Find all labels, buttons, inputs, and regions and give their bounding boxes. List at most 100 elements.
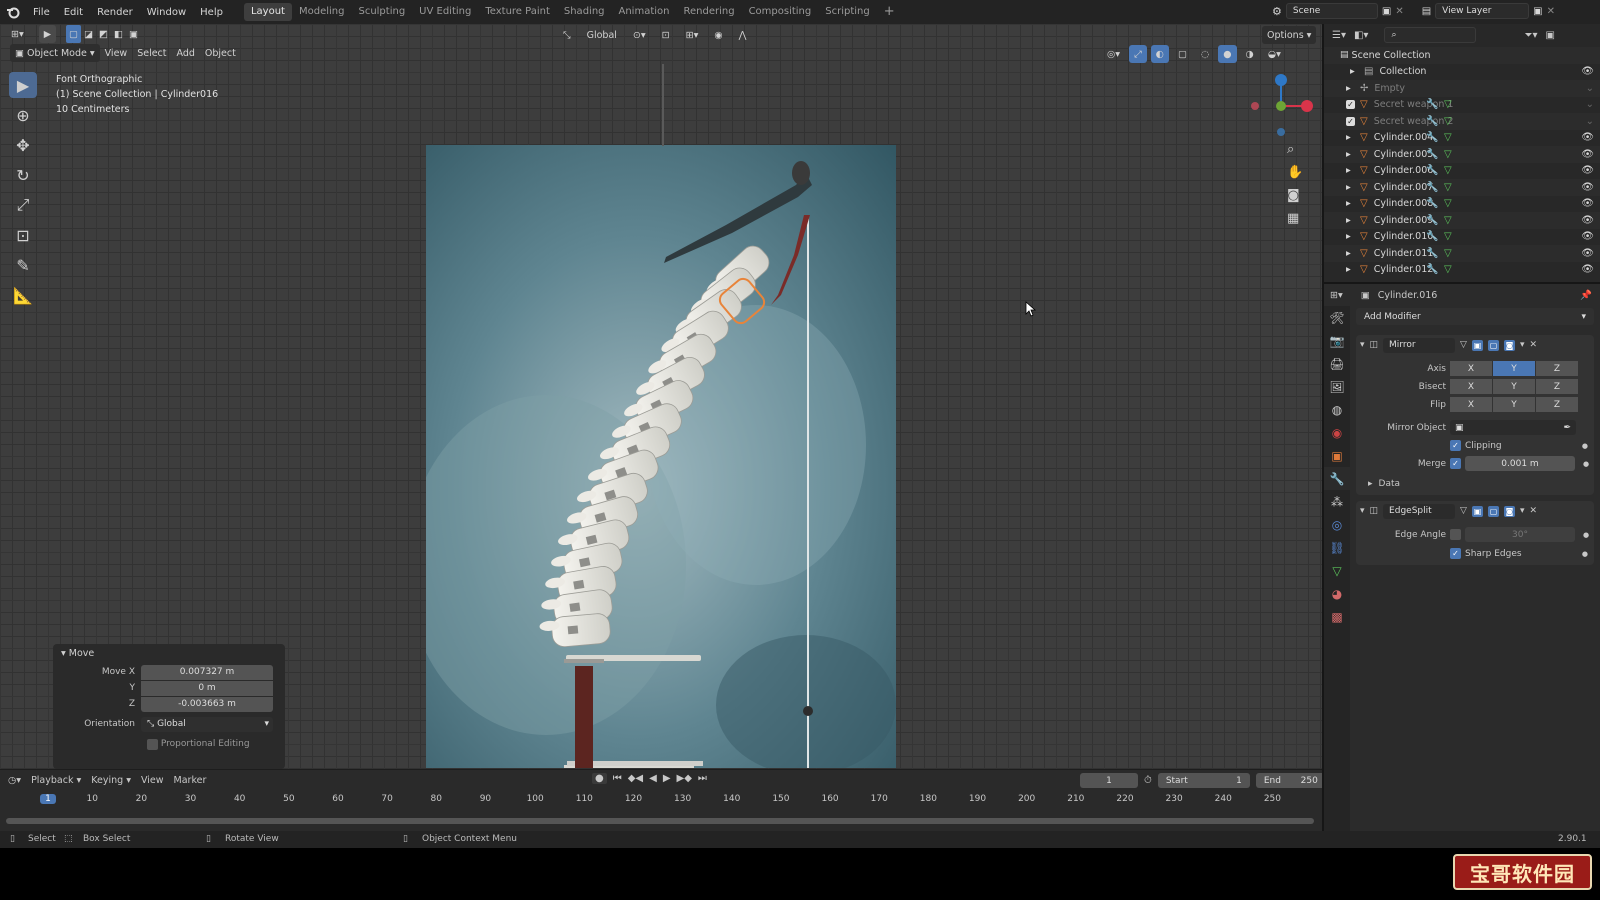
outliner-search-input[interactable]: ⌕ [1384, 27, 1477, 43]
render-tab-icon[interactable]: 📷 [1324, 329, 1350, 352]
falloff-icon[interactable]: ⋀ [734, 26, 752, 44]
visibility-eye-icon[interactable]: 👁 [1581, 182, 1594, 193]
move-y-field[interactable]: 0 m [141, 680, 273, 696]
visibility-eye-icon[interactable]: 👁 [1581, 215, 1594, 226]
sharp-edges-keyframe-icon[interactable]: ● [1582, 550, 1594, 558]
pin-icon[interactable]: 📌 [1580, 290, 1600, 301]
flip-x-toggle[interactable]: X [1450, 397, 1492, 412]
3d-viewport[interactable]: ⊞▾ ▶ ▢ ◪ ◩ ◧ ▣ ⤡ Global ⊙▾ ⊡ ⊞▾ ◉ ⋀ Opti… [0, 24, 1322, 769]
select-box-tool-icon[interactable]: ▶ [9, 72, 37, 98]
move-x-field[interactable]: 0.007327 m [141, 664, 273, 680]
menu-timeline-view[interactable]: View [141, 775, 164, 786]
visibility-eye-icon[interactable]: ⌄ [1586, 83, 1594, 94]
delete-view-layer-icon[interactable]: ✕ [1547, 6, 1555, 17]
material-tab-icon[interactable]: ◕ [1324, 582, 1350, 605]
rotate-tool-icon[interactable]: ↻ [9, 162, 37, 188]
mirror-remove-icon[interactable]: ✕ [1530, 340, 1538, 350]
outliner-row[interactable]: ▸ ▽ Cylinder.012 🔧 ▽ 👁 [1324, 262, 1600, 279]
axis-z-toggle[interactable]: Z [1536, 361, 1578, 376]
expand-icon[interactable]: ▸ [1346, 248, 1360, 259]
tab-rendering[interactable]: Rendering [676, 3, 741, 21]
tab-sculpting[interactable]: Sculpting [351, 3, 412, 21]
expand-icon[interactable]: ▸ [1346, 83, 1360, 94]
mirror-name-field[interactable]: Mirror [1383, 337, 1456, 353]
properties-editor-icon[interactable]: ⊞▾ [1330, 290, 1343, 301]
visibility-eye-icon[interactable]: 👁 [1581, 165, 1594, 176]
axis-y-toggle[interactable]: Y [1493, 361, 1535, 376]
expand-icon[interactable]: ▸ [1346, 215, 1360, 226]
menu-render[interactable]: Render [90, 7, 140, 18]
mirror-render-toggle[interactable]: ◙ [1503, 339, 1515, 351]
expand-icon[interactable]: ▸ [1346, 198, 1360, 209]
axis-x-toggle[interactable]: X [1450, 361, 1492, 376]
tab-texture-paint[interactable]: Texture Paint [478, 3, 557, 21]
new-collection-icon[interactable]: ▣ [1545, 30, 1554, 41]
perspective-grid-icon[interactable]: ▦ [1287, 211, 1303, 226]
timeline-editor-icon[interactable]: ◷▾ [8, 775, 21, 786]
outliner-row[interactable]: ▸ ▽ Cylinder.011 🔧 ▽ 👁 [1324, 245, 1600, 262]
outliner-row[interactable]: ✓ ▽ Secret weapon 1 🔧 ▽ ⌄ [1324, 97, 1600, 114]
tab-animation[interactable]: Animation [612, 3, 677, 21]
edgesplit-cage-toggle[interactable]: ▣ [1471, 505, 1483, 517]
select-invert-icon[interactable]: ◧ [111, 25, 126, 43]
orientation-dropdown[interactable]: Global [582, 26, 622, 44]
visibility-eye-icon[interactable]: 👁 [1581, 231, 1594, 242]
material-shading-icon[interactable]: ◑ [1241, 45, 1259, 63]
merge-keyframe-icon[interactable]: ● [1583, 460, 1589, 468]
select-subtract-icon[interactable]: ◩ [96, 25, 111, 43]
tab-modeling[interactable]: Modeling [292, 3, 352, 21]
transform-tool-icon[interactable]: ⊡ [9, 222, 37, 248]
select-extend-icon[interactable]: ◪ [81, 25, 96, 43]
outliner-row[interactable]: ▸ ▽ Cylinder.010 🔧 ▽ 👁 [1324, 229, 1600, 246]
proportional-icon[interactable]: ◉ [709, 26, 727, 44]
add-modifier-dropdown[interactable]: Add Modifier ▾ [1356, 308, 1594, 325]
outliner-row[interactable]: ▸ ▽ Cylinder.005 🔧 ▽ 👁 [1324, 146, 1600, 163]
measure-tool-icon[interactable]: 📐 [9, 282, 37, 308]
current-frame-field[interactable]: 1 [1080, 773, 1138, 788]
orientation-select[interactable]: ⤡ Global ▾ [141, 716, 273, 732]
tab-compositing[interactable]: Compositing [742, 3, 819, 21]
move-panel-header[interactable]: ▾ Move [53, 644, 285, 662]
bisect-y-toggle[interactable]: Y [1493, 379, 1535, 394]
navigation-gizmo[interactable] [1246, 72, 1316, 142]
camera-view-icon[interactable]: ◙ [1287, 188, 1303, 203]
object-mode-dropdown[interactable]: ▣ Object Mode ▾ [10, 44, 100, 62]
menu-help[interactable]: Help [193, 7, 230, 18]
outliner-row[interactable]: ▸ ▽ Cylinder.007 🔧 ▽ 👁 [1324, 179, 1600, 196]
outliner-row[interactable]: ▸ ▽ Cylinder.008 🔧 ▽ 👁 [1324, 196, 1600, 213]
delete-scene-icon[interactable]: ✕ [1395, 6, 1403, 17]
jump-start-icon[interactable]: ⏮ [613, 773, 622, 784]
visibility-eye-icon[interactable]: 👁 [1581, 149, 1594, 160]
camera-view[interactable] [426, 145, 896, 768]
output-tab-icon[interactable]: 🖨 [1324, 352, 1350, 375]
tab-scripting[interactable]: Scripting [818, 3, 876, 21]
mirror-cage-toggle[interactable]: ▣ [1471, 339, 1483, 351]
scene-tab-icon[interactable]: ◍ [1324, 398, 1350, 421]
flip-y-toggle[interactable]: Y [1493, 397, 1535, 412]
expand-icon[interactable]: ▸ [1346, 132, 1360, 143]
jump-end-icon[interactable]: ⏭ [698, 773, 707, 784]
start-frame-field[interactable]: Start 1 [1157, 773, 1250, 788]
visibility-eye-icon[interactable]: 👁 [1581, 66, 1594, 77]
pivot-icon[interactable]: ⊙▾ [628, 26, 651, 44]
bisect-x-toggle[interactable]: X [1450, 379, 1492, 394]
menu-add[interactable]: Add [172, 44, 200, 62]
clipping-keyframe-icon[interactable]: ● [1582, 442, 1594, 450]
menu-object[interactable]: Object [200, 44, 241, 62]
timeline-scrollbar[interactable] [6, 818, 1314, 824]
visibility-eye-icon[interactable]: 👁 [1581, 264, 1594, 275]
outliner-row[interactable]: ✓ ▽ Secret weapon 2 🔧 ▽ ⌄ [1324, 113, 1600, 130]
display-mode-icon[interactable]: ◧▾ [1354, 30, 1368, 41]
outliner-row-root[interactable]: ▤ Scene Collection [1324, 47, 1600, 64]
snap-icon[interactable]: ⊡ [657, 26, 675, 44]
sharp-edges-checkbox[interactable]: ✓ [1450, 548, 1461, 559]
stopwatch-icon[interactable]: ⏱ [1144, 775, 1152, 786]
tab-uv-editing[interactable]: UV Editing [412, 3, 478, 21]
move-tool-icon[interactable]: ✥ [9, 132, 37, 158]
visibility-eye-icon[interactable]: ⌄ [1586, 99, 1594, 110]
merge-distance-field[interactable]: 0.001 m [1465, 456, 1575, 471]
frame-ruler[interactable]: 1 10 20 30 40 50 60 70 80 90 100 110 120 130 140 150 160… [0, 792, 1322, 808]
menu-select[interactable]: Select [132, 44, 171, 62]
menu-keying[interactable]: Keying ▾ [91, 775, 131, 786]
edgesplit-remove-icon[interactable]: ✕ [1530, 506, 1538, 516]
